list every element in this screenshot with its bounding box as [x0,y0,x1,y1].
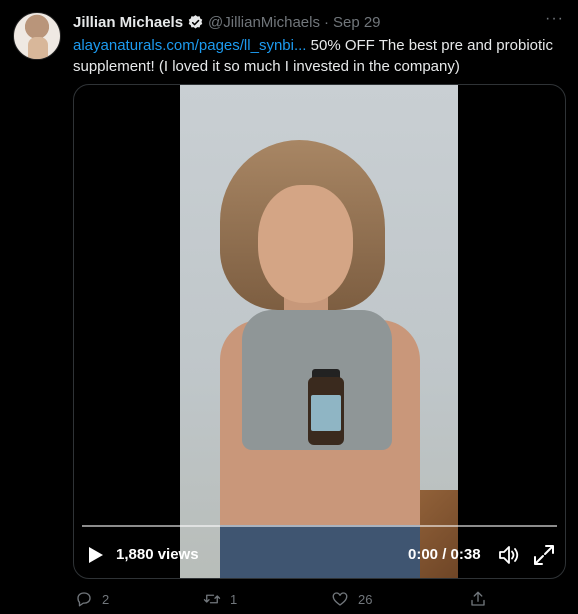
retweet-button[interactable]: 1 [203,588,237,610]
play-icon[interactable] [88,546,104,564]
tweet-date[interactable]: Sep 29 [333,14,381,31]
video-player[interactable]: 1,880 views 0:00 / 0:38 [73,84,566,579]
verified-badge-icon [188,14,203,29]
like-icon [332,592,348,606]
tweet-link[interactable]: alayanaturals.com/pages/ll_synbi... [73,37,306,54]
more-icon[interactable]: ··· [545,10,564,28]
author-name[interactable]: Jillian Michaels [73,14,183,31]
share-button[interactable] [469,588,487,610]
volume-icon[interactable] [498,545,520,565]
tweet-header: Jillian Michaels @JillianMichaels · Sep … [73,12,381,32]
supplement-bottle-label [311,395,341,431]
separator-dot: · [323,13,329,31]
fullscreen-icon[interactable] [532,543,556,567]
reply-icon [77,592,91,607]
video-frame [180,85,458,578]
reply-button[interactable]: 2 [75,588,109,610]
retweet-count: 1 [230,591,238,607]
video-person-face [258,185,353,303]
video-person-jeans [220,525,420,578]
tweet[interactable]: Jillian Michaels @JillianMichaels · Sep … [0,0,578,614]
view-count: 1,880 views [116,546,199,563]
avatar[interactable] [13,12,61,60]
author-handle[interactable]: @JillianMichaels [208,14,320,31]
like-count: 26 [358,591,373,607]
share-icon [471,591,485,606]
tweet-text: alayanaturals.com/pages/ll_synbi... 50% … [73,35,563,77]
like-button[interactable]: 26 [331,588,372,610]
reply-count: 2 [102,591,110,607]
video-progress-bar[interactable] [82,525,557,527]
video-time: 0:00 / 0:38 [408,546,481,563]
retweet-icon [203,594,221,604]
tweet-actions: 2 1 26 [73,588,493,612]
